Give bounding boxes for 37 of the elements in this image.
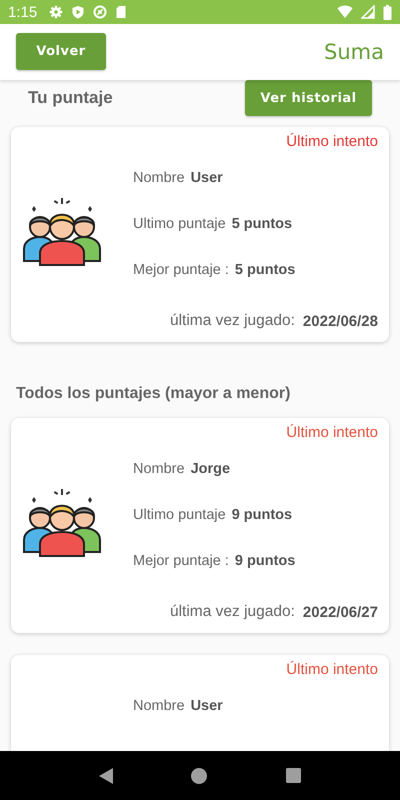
last-attempt-label: Último intento <box>286 424 378 443</box>
name-label: Nombre <box>133 698 185 714</box>
name-label: Nombre <box>133 170 185 186</box>
player-name: Jorge <box>190 461 230 477</box>
last-played-date: 2022/06/28 <box>302 312 378 330</box>
last-attempt-label: Último intento <box>286 661 378 680</box>
section-title: Todos los puntajes (mayor a menor) <box>15 384 292 403</box>
best-score-label: Mejor puntaje : <box>133 553 229 569</box>
status-time: 1:15 <box>8 4 38 20</box>
circle-icon <box>93 5 108 19</box>
recents-nav-icon[interactable] <box>286 768 301 783</box>
last-played-label: última vez jugado: <box>170 312 295 330</box>
best-score-value: 5 puntos <box>234 262 296 278</box>
player-name: User <box>190 170 223 186</box>
battery-icon <box>383 4 392 20</box>
signal-icon <box>361 5 375 19</box>
last-score-label: Ultimo puntaje <box>133 216 226 232</box>
sd-card-icon <box>115 5 128 19</box>
gear-icon <box>49 5 64 19</box>
shield-icon <box>71 5 86 19</box>
back-nav-icon[interactable] <box>99 768 114 784</box>
last-attempt-label: Último intento <box>286 133 378 152</box>
last-score-label: Ultimo puntaje <box>133 507 226 523</box>
best-score-value: 9 puntos <box>234 553 296 569</box>
name-label: Nombre <box>133 461 185 477</box>
last-score-value: 5 puntos <box>232 216 292 232</box>
back-button[interactable]: Volver <box>16 32 106 70</box>
history-button[interactable]: Ver historial <box>245 80 372 116</box>
best-score-label: Mejor puntaje : <box>133 262 229 278</box>
wifi-icon <box>337 5 353 19</box>
home-nav-icon[interactable] <box>191 768 208 784</box>
last-score-value: 9 puntos <box>232 507 292 523</box>
screen-title: Suma <box>324 40 384 64</box>
last-played-date: 2022/06/27 <box>302 604 378 620</box>
section-title: Tu puntaje <box>28 88 113 108</box>
last-played-label: última vez jugado: <box>170 603 295 621</box>
player-name: User <box>190 698 223 714</box>
